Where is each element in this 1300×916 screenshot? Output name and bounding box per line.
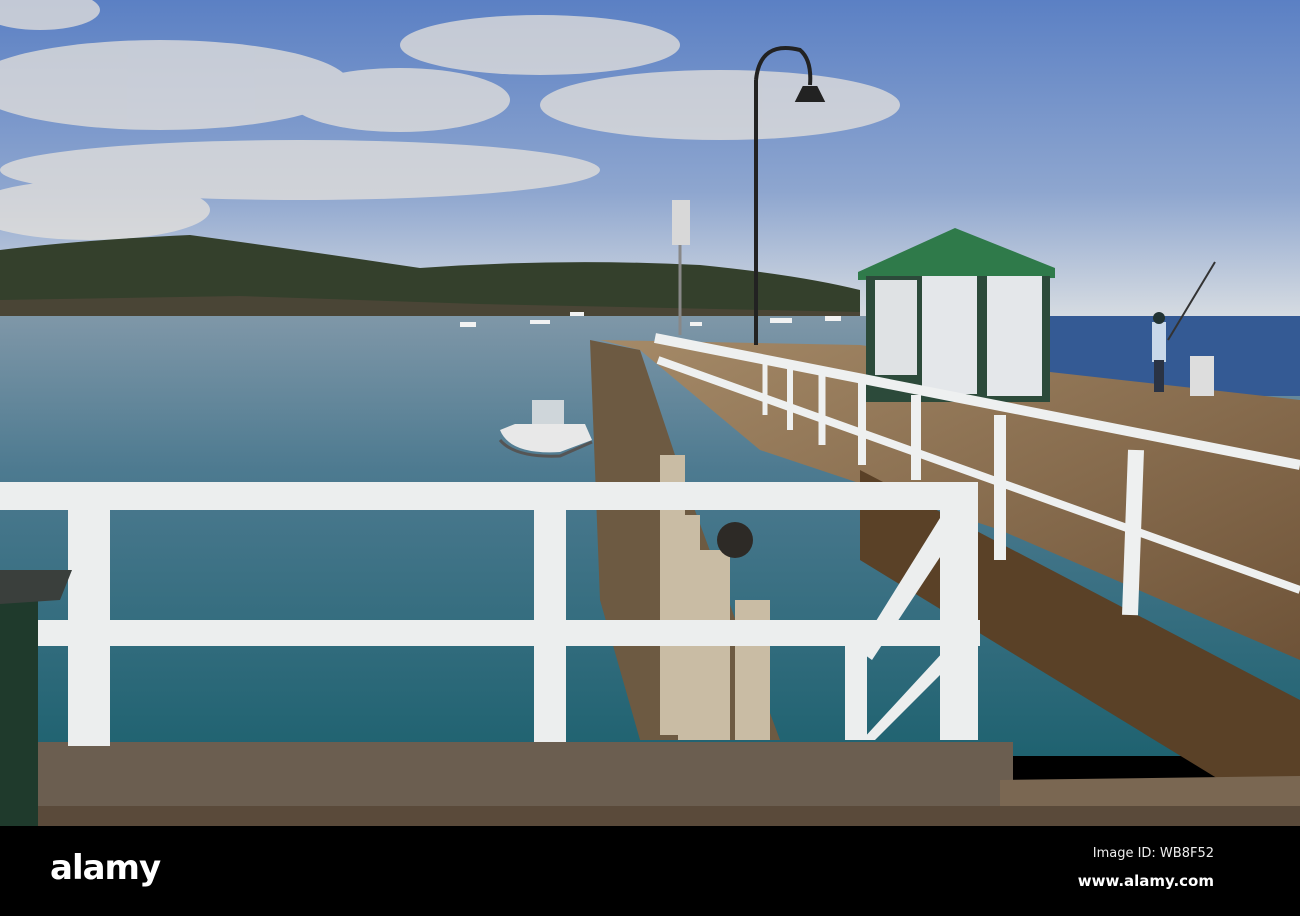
alamy-url: www.alamy.com bbox=[1077, 872, 1214, 890]
alamy-logo: alamy bbox=[50, 848, 161, 888]
foreground-beam bbox=[38, 742, 1013, 806]
photo-frame: alamy Image ID: WB8F52 www.alamy.com bbox=[0, 0, 1300, 916]
bin bbox=[1190, 356, 1214, 396]
pier-photograph bbox=[0, 0, 1300, 826]
sign-post bbox=[672, 200, 690, 245]
foreground-deck bbox=[38, 806, 1300, 826]
bollard bbox=[717, 522, 753, 558]
watermark-bar: alamy Image ID: WB8F52 www.alamy.com bbox=[0, 826, 1300, 916]
image-id-label: Image ID: WB8F52 bbox=[1092, 846, 1214, 861]
